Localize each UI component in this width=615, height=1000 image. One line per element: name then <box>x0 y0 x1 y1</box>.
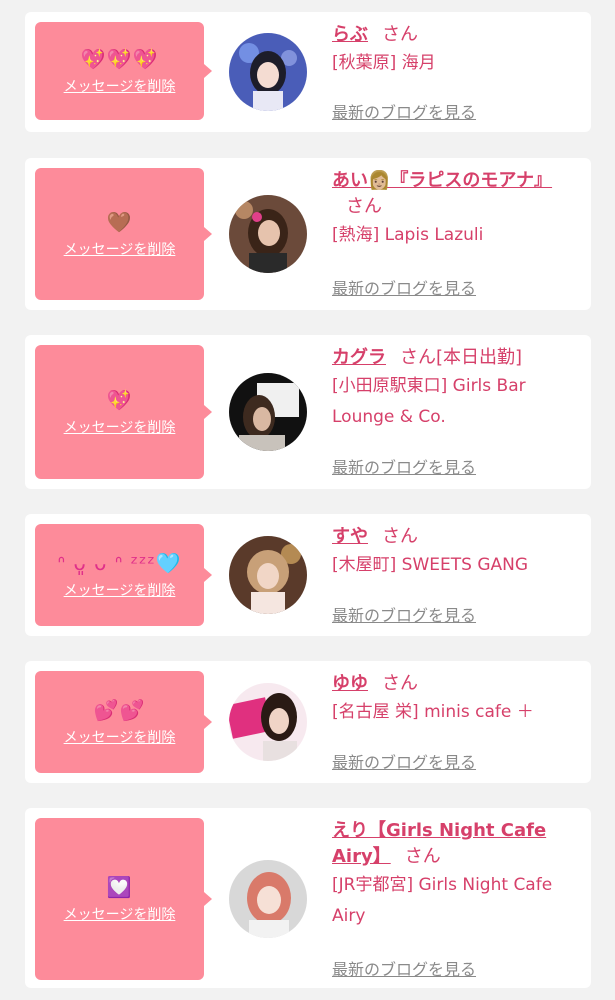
message-bubble: 💖 メッセージを削除 <box>35 345 212 479</box>
message-bubble: 💖💖💖 メッセージを削除 <box>35 22 212 120</box>
avatar[interactable] <box>229 33 307 111</box>
avatar[interactable] <box>229 683 307 761</box>
latest-blog-link[interactable]: 最新のブログを見る <box>332 275 476 299</box>
delete-message-link[interactable]: メッセージを削除 <box>64 904 176 924</box>
message-bubble: 💕💕 メッセージを削除 <box>35 671 212 773</box>
cast-info: カグラ さん[本日出勤] [小田原駅東口] Girls Bar Lounge & … <box>332 345 582 433</box>
latest-blog-link[interactable]: 最新のブログを見る <box>332 749 476 773</box>
avatar[interactable] <box>229 536 307 614</box>
message-list: 💖💖💖 メッセージを削除 らぶさん [秋葉原] 海月 最新のブログを見る 🤎 <box>0 0 615 1000</box>
delete-message-link[interactable]: メッセージを削除 <box>64 239 176 259</box>
cast-name-link[interactable]: カグラ <box>332 347 386 368</box>
latest-blog-link[interactable]: 最新のブログを見る <box>332 454 476 478</box>
avatar[interactable] <box>229 373 307 451</box>
status-note: [本日出勤] <box>436 347 523 368</box>
cast-name-link[interactable]: ゆゆ <box>332 673 368 694</box>
list-item: 💖💖💖 メッセージを削除 らぶ さん [秋葉原] 海月 最新のブログを見る <box>25 12 591 132</box>
cast-name-link[interactable]: らぶ <box>332 24 368 45</box>
latest-blog-link[interactable]: 最新のブログを見る <box>332 956 476 980</box>
cast-info: すや さん [木屋町] SWEETS GANG <box>332 524 582 581</box>
honorific: さん <box>404 846 441 867</box>
shop-name: [木屋町] SWEETS GANG <box>332 555 529 575</box>
delete-message-link[interactable]: メッセージを削除 <box>64 417 176 437</box>
message-emoji: 💟 <box>106 875 133 899</box>
latest-blog-link[interactable]: 最新のブログを見る <box>332 99 476 123</box>
list-item: 💕💕 メッセージを削除 ゆゆ さん [名古屋 栄] minis cafe ＋ 最新… <box>25 661 591 783</box>
list-item: ᐢ ᴗ͈ ᴗ ᐢ ᶻᶻᶻ🩵 メッセージを削除 すや さん [木屋町] SWEETS… <box>25 514 591 636</box>
latest-blog-link[interactable]: 最新のブログを見る <box>332 602 476 626</box>
shop-name: [名古屋 栄] minis cafe ＋ <box>332 702 534 722</box>
honorific: さん <box>382 526 418 547</box>
message-emoji: ᐢ ᴗ͈ ᴗ ᐢ ᶻᶻᶻ🩵 <box>57 551 182 575</box>
delete-message-link[interactable]: メッセージを削除 <box>64 580 176 600</box>
delete-message-link[interactable]: メッセージを削除 <box>64 727 176 747</box>
message-emoji: 💕💕 <box>93 698 146 722</box>
shop-name: [JR宇都宮] Girls Night Cafe Airy <box>332 875 553 926</box>
message-emoji: 🤎 <box>106 210 133 234</box>
message-emoji: 💖 <box>106 388 133 412</box>
avatar[interactable] <box>229 860 307 938</box>
message-bubble: 🤎 メッセージを削除 <box>35 168 212 300</box>
shop-name: [小田原駅東口] Girls Bar Lounge & Co. <box>332 376 526 427</box>
cast-info: ゆゆ さん [名古屋 栄] minis cafe ＋ <box>332 671 582 728</box>
message-bubble: ᐢ ᴗ͈ ᴗ ᐢ ᶻᶻᶻ🩵 メッセージを削除 <box>35 524 212 626</box>
list-item: 💟 メッセージを削除 えり【Girls Night Cafe Airy】 さん [… <box>25 808 591 988</box>
honorific: さん <box>382 24 418 45</box>
honorific: さん <box>382 673 418 694</box>
honorific: さん <box>400 347 436 368</box>
cast-name-link[interactable]: あい👩🏼『ラピスのモアナ』 <box>332 170 552 191</box>
list-item: 💖 メッセージを削除 カグラ さん[本日出勤] [小田原駅東口] Girls Ba… <box>25 335 591 489</box>
cast-info: らぶ さん [秋葉原] 海月 <box>332 22 582 79</box>
shop-name: [秋葉原] 海月 <box>332 53 436 73</box>
message-emoji: 💖💖💖 <box>80 47 159 71</box>
cast-info: えり【Girls Night Cafe Airy】 さん [JR宇都宮] Girl… <box>332 818 582 932</box>
list-item: 🤎 メッセージを削除 あい👩🏼『ラピスのモアナ』さん [熱海] Lapis La… <box>25 158 591 310</box>
message-bubble: 💟 メッセージを削除 <box>35 818 212 980</box>
avatar[interactable] <box>229 195 307 273</box>
cast-name-link[interactable]: すや <box>332 526 368 547</box>
cast-info: あい👩🏼『ラピスのモアナ』さん [熱海] Lapis Lazuli <box>332 168 582 251</box>
shop-name: [熱海] Lapis Lazuli <box>332 225 484 245</box>
delete-message-link[interactable]: メッセージを削除 <box>64 76 176 96</box>
honorific: さん <box>346 196 382 217</box>
